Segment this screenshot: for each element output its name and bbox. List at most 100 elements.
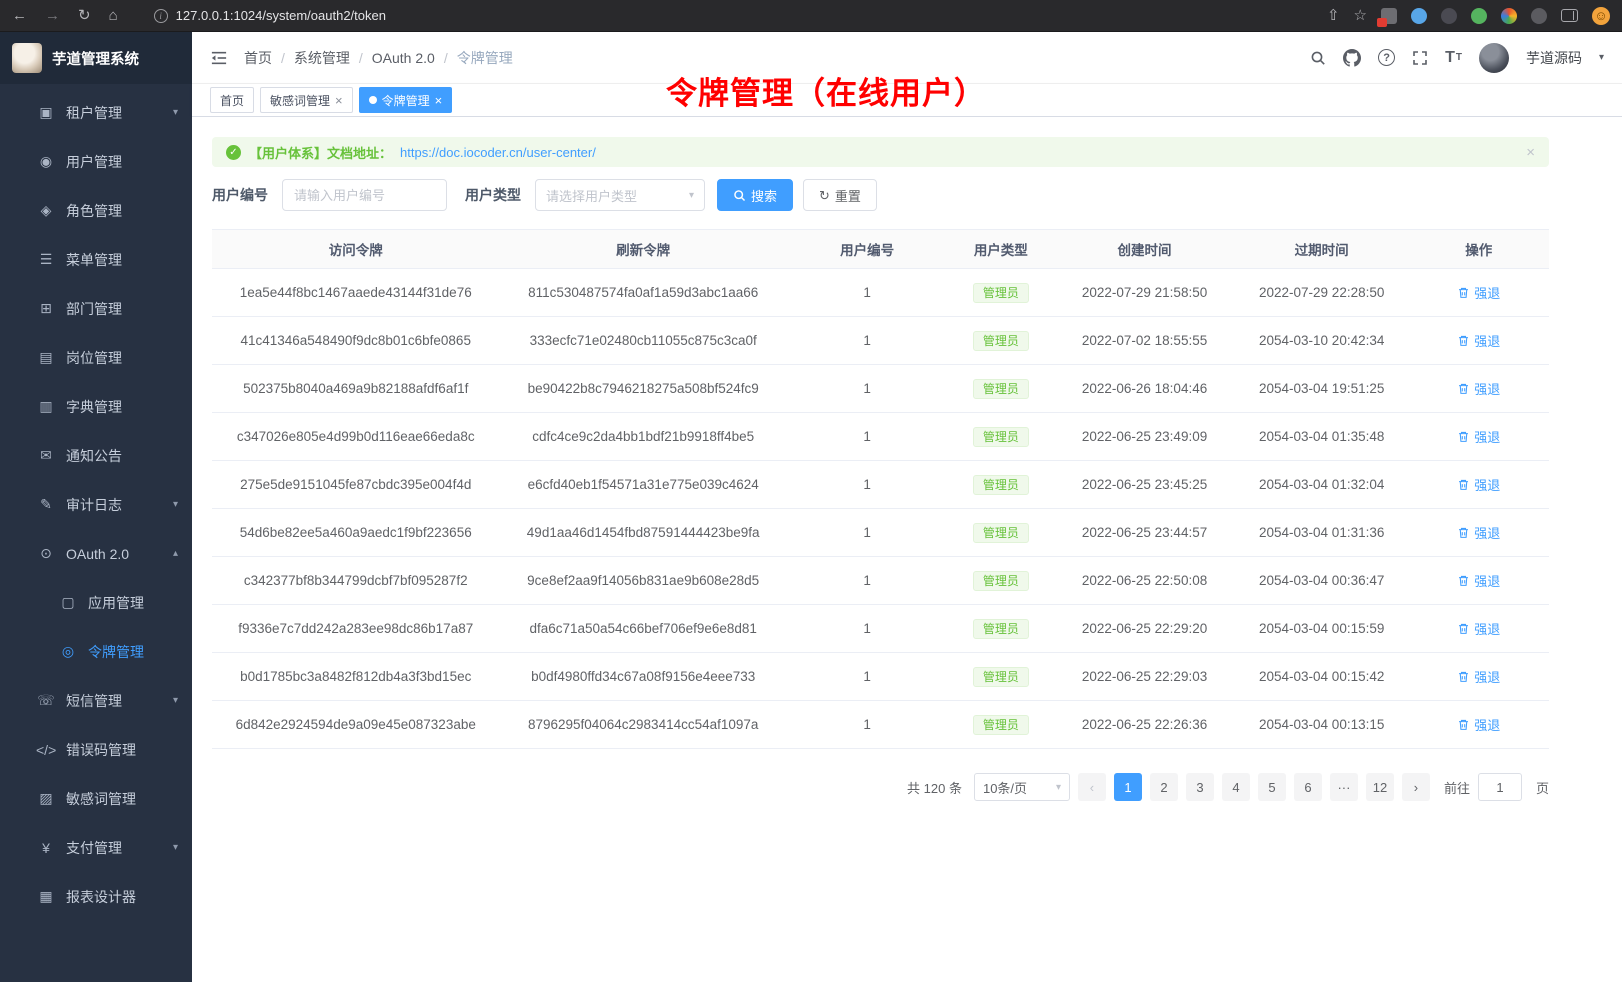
force-logout-button[interactable]: 强退: [1457, 379, 1500, 398]
github-icon[interactable]: [1343, 49, 1361, 67]
tab-close-icon[interactable]: ×: [335, 94, 343, 107]
forward-icon[interactable]: →: [45, 8, 60, 23]
site-info-icon[interactable]: [154, 9, 168, 23]
table-row: 275e5de9151045fe87cbdc395e004f4d e6cfd40…: [212, 461, 1549, 509]
back-icon[interactable]: ←: [12, 8, 27, 23]
access-token-cell: 1ea5e44f8bc1467aaede43144f31de76: [212, 269, 499, 317]
font-size-icon[interactable]: [1445, 49, 1462, 67]
breadcrumb-item[interactable]: 首页: [244, 48, 272, 68]
menu-item-label: 菜单管理: [66, 250, 178, 270]
sidebar-item[interactable]: ▨ 敏感词管理: [0, 774, 192, 823]
user-id-input[interactable]: [282, 179, 447, 211]
sidebar-item[interactable]: ✉ 通知公告: [0, 431, 192, 480]
sidebar-item[interactable]: ✎ 审计日志 ▾: [0, 480, 192, 529]
sidebar-toggle-icon[interactable]: [1561, 9, 1578, 22]
force-logout-button[interactable]: 强退: [1457, 523, 1500, 542]
bookmark-star-icon[interactable]: ☆: [1354, 8, 1367, 23]
page-size-select[interactable]: 10条/页 ▾: [974, 773, 1070, 801]
sidebar-item[interactable]: ▥ 字典管理: [0, 382, 192, 431]
page-number-button[interactable]: 5: [1258, 773, 1286, 801]
user-avatar[interactable]: [1479, 43, 1509, 73]
sidebar-item[interactable]: ▢ 应用管理: [0, 578, 192, 627]
sidebar-item[interactable]: ☰ 菜单管理: [0, 235, 192, 284]
refresh-token-cell: b0df4980ffd34c67a08f9156e4eee733: [499, 653, 786, 701]
sidebar-item[interactable]: ◈ 角色管理: [0, 186, 192, 235]
user-type-tag: 管理员: [973, 475, 1029, 495]
force-logout-button[interactable]: 强退: [1457, 619, 1500, 638]
force-logout-button[interactable]: 强退: [1457, 331, 1500, 350]
fullscreen-icon[interactable]: [1412, 50, 1428, 66]
home-icon[interactable]: ⌂: [109, 8, 118, 23]
tab-close-icon[interactable]: ×: [435, 94, 443, 107]
extension-icon-3[interactable]: [1441, 8, 1457, 24]
profile-avatar-icon[interactable]: ☺: [1592, 7, 1610, 25]
reload-icon[interactable]: ↻: [78, 8, 91, 23]
sidebar-item[interactable]: ◉ 用户管理: [0, 137, 192, 186]
menu-item-icon: ▢: [58, 594, 78, 611]
expire-time-cell: 2054-03-10 20:42:34: [1235, 317, 1409, 365]
sidebar-item[interactable]: ▣ 租户管理 ▾: [0, 88, 192, 137]
prev-page-button[interactable]: ‹: [1078, 773, 1106, 801]
reset-button[interactable]: ↻ 重置: [803, 179, 877, 211]
menu-item-icon: ◈: [36, 202, 56, 219]
page-number-button[interactable]: 6: [1294, 773, 1322, 801]
sidebar-item[interactable]: ⊙ OAuth 2.0 ▴: [0, 529, 192, 578]
access-token-cell: c347026e805e4d99b0d116eae66eda8c: [212, 413, 499, 461]
goto-page-input[interactable]: [1478, 773, 1522, 801]
extension-icon-4[interactable]: [1471, 8, 1487, 24]
share-icon[interactable]: ⇧: [1327, 8, 1340, 23]
sidebar-item[interactable]: ◎ 令牌管理: [0, 627, 192, 676]
extension-icon-1[interactable]: [1381, 8, 1397, 24]
alert-doc-link[interactable]: https://doc.iocoder.cn/user-center/: [400, 145, 596, 160]
page-number-button[interactable]: 2: [1150, 773, 1178, 801]
sidebar-item[interactable]: ▦ 报表设计器: [0, 872, 192, 921]
address-bar[interactable]: 127.0.0.1:1024/system/oauth2/token: [136, 8, 1309, 23]
force-logout-button[interactable]: 强退: [1457, 667, 1500, 686]
menu-item-label: 支付管理: [66, 838, 173, 858]
force-logout-button[interactable]: 强退: [1457, 283, 1500, 302]
chevron-icon: ▾: [173, 499, 178, 510]
page-number-button[interactable]: 1: [1114, 773, 1142, 801]
tab[interactable]: 首页 ×: [210, 87, 254, 113]
menu-item-icon: ◎: [58, 643, 78, 660]
force-logout-button[interactable]: 强退: [1457, 475, 1500, 494]
extension-icon-5[interactable]: [1501, 8, 1517, 24]
tab[interactable]: 令牌管理 ×: [359, 87, 453, 113]
sidebar-item[interactable]: ▤ 岗位管理: [0, 333, 192, 382]
sidebar-item[interactable]: ☏ 短信管理 ▾: [0, 676, 192, 725]
sidebar-item[interactable]: </> 错误码管理: [0, 725, 192, 774]
user-id-cell: 1: [787, 653, 947, 701]
extensions-puzzle-icon[interactable]: [1531, 8, 1547, 24]
user-id-cell: 1: [787, 509, 947, 557]
breadcrumb-item[interactable]: OAuth 2.0: [372, 50, 435, 66]
search-icon[interactable]: [1310, 50, 1326, 66]
breadcrumb-item[interactable]: 系统管理: [294, 48, 350, 68]
force-logout-button[interactable]: 强退: [1457, 715, 1500, 734]
page-number-button[interactable]: ···: [1330, 773, 1358, 801]
menu-item-label: 短信管理: [66, 691, 173, 711]
username[interactable]: 芋道源码: [1526, 48, 1582, 68]
tab[interactable]: 敏感词管理 ×: [260, 87, 353, 113]
select-placeholder: 请选择用户类型: [546, 186, 637, 205]
search-button[interactable]: 搜索: [717, 179, 793, 211]
breadcrumb-item[interactable]: 令牌管理: [457, 48, 513, 68]
help-icon[interactable]: [1378, 49, 1395, 66]
sidebar-item[interactable]: ⊞ 部门管理: [0, 284, 192, 333]
extension-icon-2[interactable]: [1411, 8, 1427, 24]
page-number-button[interactable]: 4: [1222, 773, 1250, 801]
alert-close-icon[interactable]: ×: [1526, 144, 1535, 161]
page-number-button[interactable]: 12: [1366, 773, 1394, 801]
user-type-cell: 管理员: [947, 413, 1054, 461]
force-logout-button[interactable]: 强退: [1457, 427, 1500, 446]
page-number-button[interactable]: 3: [1186, 773, 1214, 801]
created-time-cell: 2022-06-25 23:44:57: [1054, 509, 1234, 557]
created-time-cell: 2022-06-25 22:50:08: [1054, 557, 1234, 605]
user-type-select[interactable]: 请选择用户类型 ▾: [535, 179, 705, 211]
force-logout-button[interactable]: 强退: [1457, 571, 1500, 590]
next-page-button[interactable]: ›: [1402, 773, 1430, 801]
sidebar-item[interactable]: ¥ 支付管理 ▾: [0, 823, 192, 872]
sidebar-logo[interactable]: 芋道管理系统: [0, 32, 192, 84]
caret-down-icon[interactable]: ▾: [1599, 52, 1604, 63]
tab-label: 首页: [220, 92, 244, 109]
menu-fold-icon[interactable]: [210, 50, 228, 66]
